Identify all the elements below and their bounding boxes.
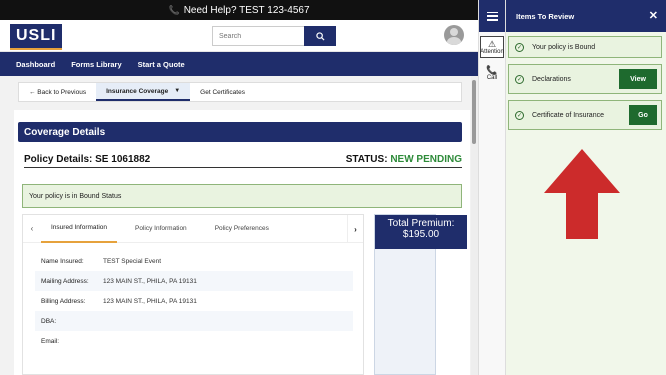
info-row-dba: DBA:	[35, 311, 353, 331]
screen: 📞 Need Help? TEST 123-4567 USLI Dashboar…	[0, 0, 666, 375]
review-item-label: Certificate of Insurance	[532, 111, 604, 119]
review-item-declarations: ✓ Declarations View	[508, 64, 662, 94]
insured-info-list: Name Insured: TEST Special Event Mailing…	[35, 251, 353, 351]
info-row-mailing-address: Mailing Address: 123 MAIN ST., PHILA, PA…	[35, 271, 353, 291]
premium-value: $195.00	[402, 229, 440, 240]
attention-button[interactable]: ⚠ Attention	[480, 36, 504, 58]
tab-policy-preferences[interactable]: Policy Preferences	[205, 215, 279, 243]
help-bar: 📞 Need Help? TEST 123-4567	[0, 0, 478, 20]
search-button[interactable]	[304, 26, 336, 46]
company-logo[interactable]: USLI	[10, 23, 63, 50]
premium-label: Total Premium:	[387, 218, 455, 229]
scrollbar-thumb[interactable]	[472, 80, 476, 144]
arrow-up-icon	[544, 149, 620, 239]
check-circle-icon: ✓	[515, 74, 524, 84]
close-icon[interactable]: ✕	[649, 9, 658, 22]
info-row-name-insured: Name Insured: TEST Special Event	[35, 251, 353, 271]
policy-title: Policy Details: SE 1061882	[24, 154, 151, 165]
chevron-left-icon[interactable]: ‹	[23, 224, 41, 233]
phone-icon: 📞	[486, 64, 498, 75]
info-label: Mailing Address:	[41, 277, 89, 285]
menu-button[interactable]	[479, 0, 505, 32]
search-box	[212, 26, 336, 46]
review-panel-header: Items To Review ✕	[506, 0, 666, 32]
tab-strip: ‹ Insured Information Policy Information…	[23, 215, 363, 243]
bound-status-alert: Your policy is in Bound Status	[22, 184, 462, 208]
coverage-details-header: Coverage Details	[18, 122, 462, 142]
info-row-billing-address: Billing Address: 123 MAIN ST., PHILA, PA…	[35, 291, 353, 311]
coverage-card: Coverage Details Policy Details: SE 1061…	[14, 110, 470, 375]
review-item-certificate: ✓ Certificate of Insurance Go	[508, 100, 662, 130]
main-nav: Dashboard Forms Library Start a Quote	[0, 52, 478, 76]
review-title: Items To Review	[516, 11, 575, 21]
status-value: NEW PENDING	[390, 154, 462, 165]
go-certificate-button[interactable]: Go	[629, 105, 657, 125]
insured-tabs-panel: ‹ Insured Information Policy Information…	[22, 214, 364, 375]
search-icon	[315, 31, 325, 41]
insurance-coverage-label: Insurance Coverage	[106, 87, 169, 95]
view-declarations-button[interactable]: View	[619, 69, 657, 89]
help-text[interactable]: Need Help? TEST 123-4567	[184, 5, 310, 16]
info-label: Billing Address:	[41, 297, 86, 305]
items-to-review-panel: Items To Review ✕ ✓ Your policy is Bound…	[506, 0, 666, 375]
attention-label: Attention	[480, 48, 504, 55]
policy-status: STATUS: NEW PENDING	[346, 154, 462, 165]
info-label: Name Insured:	[41, 257, 84, 265]
info-label: DBA:	[41, 317, 57, 325]
tab-insurance-coverage[interactable]: Insurance Coverage ▼	[96, 83, 191, 101]
tab-insured-information[interactable]: Insured Information	[41, 215, 118, 243]
premium-header: Total Premium: $195.00	[375, 215, 467, 249]
side-rail: ⚠ Attention 📞 Call	[478, 0, 506, 375]
hamburger-icon	[486, 11, 498, 21]
search-input[interactable]	[212, 26, 304, 46]
info-label: Email:	[41, 337, 60, 345]
nav-start-quote[interactable]: Start a Quote	[130, 60, 193, 69]
tab-policy-information[interactable]: Policy Information	[125, 215, 197, 243]
check-circle-icon: ✓	[515, 110, 524, 120]
nav-dashboard[interactable]: Dashboard	[8, 60, 63, 69]
get-certificates-link[interactable]: Get Certificates	[190, 83, 255, 101]
call-button[interactable]: 📞 Call	[480, 62, 504, 84]
call-label: Call	[486, 74, 498, 81]
chevron-right-icon[interactable]: ›	[347, 215, 363, 243]
status-label: STATUS:	[345, 154, 388, 165]
check-circle-icon: ✓	[515, 42, 524, 52]
back-to-previous-link[interactable]: ← Back to Previous	[19, 83, 96, 101]
caret-down-icon: ▼	[174, 88, 181, 94]
info-value: 123 MAIN ST., PHILA, PA 19131	[103, 297, 197, 305]
info-value: TEST Special Event	[103, 257, 162, 265]
main-app: 📞 Need Help? TEST 123-4567 USLI Dashboar…	[0, 0, 478, 375]
sub-navigation: ← Back to Previous Insurance Coverage ▼ …	[18, 82, 462, 102]
nav-forms-library[interactable]: Forms Library	[63, 60, 129, 69]
phone-icon: 📞	[168, 4, 180, 15]
info-row-email: Email:	[35, 331, 353, 351]
review-item-label: Your policy is Bound	[532, 43, 596, 51]
site-header: USLI	[0, 20, 478, 52]
user-avatar-icon[interactable]	[444, 25, 464, 45]
review-item-policy-bound: ✓ Your policy is Bound	[508, 36, 662, 58]
premium-box: Total Premium: $195.00	[374, 214, 467, 375]
warning-icon: ⚠	[487, 38, 497, 49]
policy-details-row: Policy Details: SE 1061882 STATUS: NEW P…	[24, 152, 462, 168]
info-value: 123 MAIN ST., PHILA, PA 19131	[103, 277, 197, 285]
review-item-label: Declarations	[532, 75, 571, 83]
